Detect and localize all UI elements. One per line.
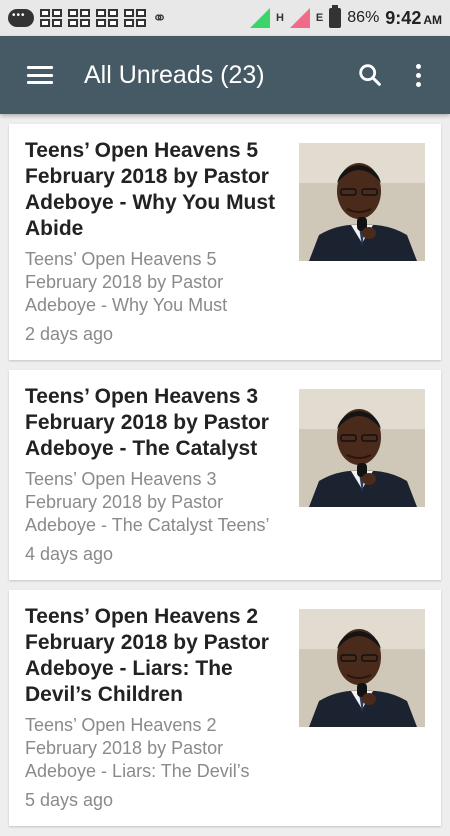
- flame-icon: ⚭: [152, 7, 168, 28]
- clock: 9:42 AM: [385, 8, 442, 29]
- clock-time: 9:42: [385, 7, 422, 28]
- article-title: Teens’ Open Heavens 3 February 2018 by P…: [25, 385, 269, 460]
- article-thumbnail: [299, 389, 425, 507]
- bbm-icon: [40, 9, 62, 27]
- status-bar-notifications: ⚭: [8, 8, 167, 29]
- article-list: Teens’ Open Heavens 5 February 2018 by P…: [9, 124, 441, 836]
- article-card[interactable]: Teens’ Open Heavens 3 February 2018 by P…: [9, 370, 441, 580]
- bbm-icon: [124, 9, 146, 27]
- signal-icon: [249, 8, 270, 28]
- clock-ampm: AM: [423, 12, 442, 27]
- signal-icon: [289, 8, 310, 28]
- article-text: Teens’ Open Heavens 5 February 2018 by P…: [25, 138, 299, 346]
- article-title: Teens’ Open Heavens 2 February 2018 by P…: [25, 605, 269, 706]
- page-title: All Unreads (23): [84, 60, 265, 89]
- article-thumbnail: [299, 609, 425, 727]
- battery-icon: [329, 5, 342, 28]
- article-snippet: Teens’ Open Heavens 5 February 2018 by P…: [25, 249, 228, 315]
- more-vert-icon: [415, 63, 421, 87]
- pastor-portrait-image: [299, 609, 425, 727]
- status-bar: ⚭ H E 86% 9:42AM: [0, 0, 450, 36]
- article-title: Teens’ Open Heavens 5 February 2018 by P…: [25, 139, 276, 240]
- article-snippet: Teens’ Open Heavens 2 February 2018 by P…: [25, 715, 250, 781]
- pastor-portrait-image: [299, 389, 425, 507]
- bbm-icon: [68, 9, 90, 27]
- article-time: 4 days ago: [25, 544, 114, 564]
- more-options-button[interactable]: [394, 47, 442, 103]
- search-icon: [359, 64, 381, 86]
- bbm-icon: [96, 9, 118, 27]
- article-time: 2 days ago: [25, 324, 114, 344]
- article-snippet: Teens’ Open Heavens 3 February 2018 by P…: [25, 469, 270, 535]
- battery-percent: 86%: [347, 9, 380, 26]
- article-text: Teens’ Open Heavens 2 February 2018 by P…: [25, 604, 299, 812]
- network-type-label: E: [315, 12, 324, 24]
- pastor-portrait-image: [299, 143, 425, 261]
- menu-button[interactable]: [12, 47, 68, 103]
- app-bar: All Unreads (23): [0, 36, 450, 114]
- chat-bubble-icon: [8, 9, 34, 27]
- status-bar-system: H E 86% 9:42 AM: [249, 5, 442, 29]
- article-card[interactable]: Teens’ Open Heavens 2 February 2018 by P…: [9, 590, 441, 826]
- article-time: 5 days ago: [25, 790, 114, 810]
- menu-icon: [27, 66, 53, 84]
- network-type-label: H: [275, 12, 284, 24]
- article-thumbnail: [299, 143, 425, 261]
- article-text: Teens’ Open Heavens 3 February 2018 by P…: [25, 384, 299, 566]
- search-button[interactable]: [346, 47, 394, 103]
- article-card[interactable]: Teens’ Open Heavens 5 February 2018 by P…: [9, 124, 441, 360]
